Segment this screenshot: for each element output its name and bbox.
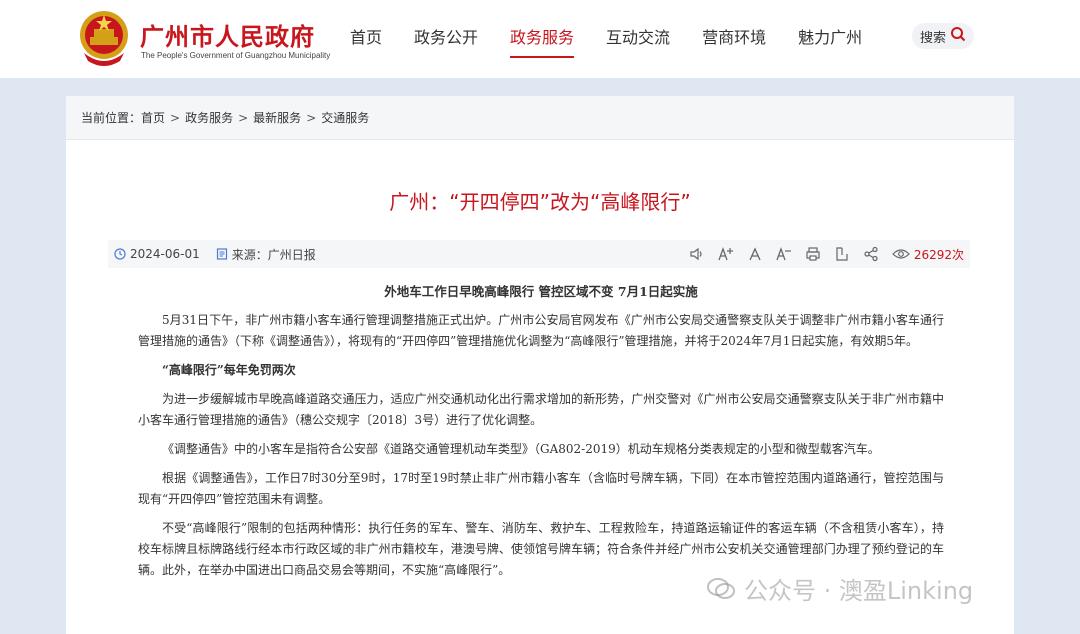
article-paragraph: 5月31日下午，非广州市籍小客车通行管理调整措施正式出炉。广州市公安局官网发布《… [138,313,944,348]
article-section-heading: “高峰限行”每年免罚两次 [162,363,296,377]
eye-icon [891,249,910,259]
document-icon [216,248,227,260]
view-count: 26292次 [891,246,964,263]
article-body: 外地车工作日早晚高峰限行 管控区域不变 7月1日起实施 5月31日下午，非广州市… [138,281,944,589]
nav-business-environment[interactable]: 营商环境 [702,24,766,58]
main-nav: 首页 政务公开 政务服务 互动交流 营商环境 魅力广州 [350,24,894,58]
article-source: 来源：广州日报 [216,246,316,263]
breadcrumb-home[interactable]: 首页 [141,109,165,126]
breadcrumb-separator: > [170,110,181,125]
site-header: 广州市人民政府 The People's Government of Guang… [0,0,1080,78]
publish-date-text: 2024-06-01 [130,247,200,261]
nav-charming-guangzhou[interactable]: 魅力广州 [798,24,862,58]
view-count-text: 26292次 [913,247,964,262]
nav-home[interactable]: 首页 [350,24,382,58]
search-button[interactable]: 搜索 [912,23,974,49]
nav-government-affairs[interactable]: 政务公开 [414,24,478,58]
content-card: 当前位置： 首页 > 政务服务 > 最新服务 > 交通服务 广州：“开四停四”改… [66,96,1014,634]
article-paragraph: 《调整通告》中的小客车是指符合公安部《道路交通管理机动车类型》（GA802-20… [162,442,880,456]
nav-interaction[interactable]: 互动交流 [606,24,670,58]
article-paragraph: 为进一步缓解城市早晚高峰道路交通压力，适应广州交通机动化出行需求增加的新形势，广… [138,392,944,427]
breadcrumb-separator: > [238,110,249,125]
wechat-watermark: 公众号 · 澳盈Linking [706,571,973,606]
breadcrumb-latest-services[interactable]: 最新服务 [253,109,301,126]
wechat-icon [707,577,735,599]
font-reset-icon[interactable] [744,243,766,265]
article-meta-bar: 2024-06-01 来源：广州日报 26292次 [108,240,970,268]
print-icon[interactable] [802,243,824,265]
breadcrumb-traffic-services[interactable]: 交通服务 [321,109,369,126]
article-paragraph: 根据《调整通告》，工作日7时30分至9时，17时至19时禁止非广州市籍小客车（含… [138,471,944,506]
site-logo-title[interactable]: 广州市人民政府 [140,17,315,52]
search-label: 搜索 [919,30,946,46]
share-out-icon[interactable] [831,243,853,265]
search-icon [946,26,966,46]
article-title: 广州：“开四停四”改为“高峰限行” [389,190,691,214]
publish-date: 2024-06-01 [114,247,200,261]
breadcrumb-government-services[interactable]: 政务服务 [185,109,233,126]
nav-government-services[interactable]: 政务服务 [510,24,575,58]
national-emblem-icon[interactable] [78,9,130,67]
breadcrumb-separator: > [306,110,317,125]
watermark-text: 公众号 · 澳盈Linking [744,577,974,605]
font-increase-icon[interactable] [715,243,737,265]
breadcrumb: 当前位置： 首页 > 政务服务 > 最新服务 > 交通服务 [66,96,1014,140]
speaker-icon[interactable] [686,243,708,265]
share-icon[interactable] [860,243,882,265]
clock-icon [114,248,126,260]
site-logo-subtitle: The People's Government of Guangzhou Mun… [141,51,331,60]
article-source-text: 来源：广州日报 [231,247,316,262]
breadcrumb-prefix: 当前位置： [81,111,142,125]
font-decrease-icon[interactable] [773,243,795,265]
article-subhead: 外地车工作日早晚高峰限行 管控区域不变 7月1日起实施 [384,284,698,299]
